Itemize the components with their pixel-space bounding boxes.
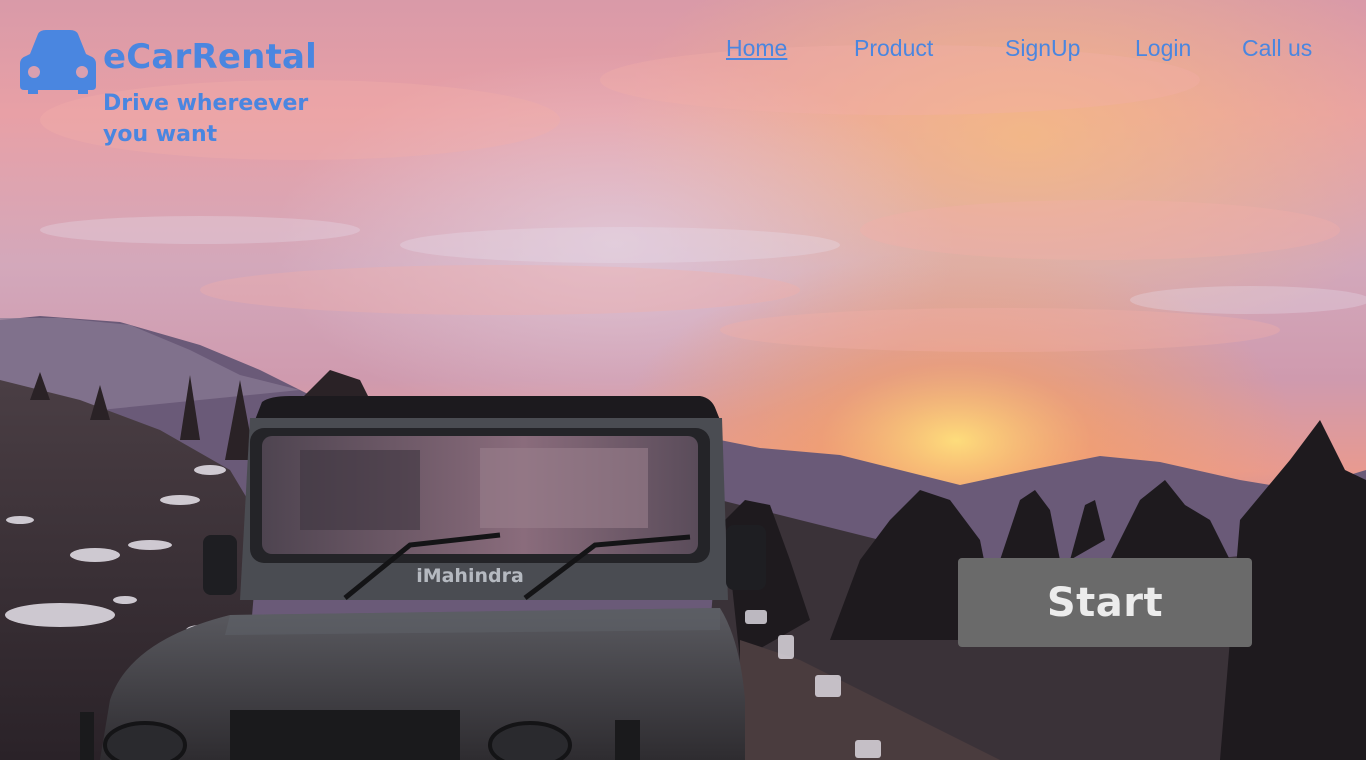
site-header: eCarRental Drive whereever you want Home… bbox=[0, 0, 1366, 147]
nav-login-link[interactable]: Login bbox=[1135, 35, 1191, 62]
nav-signup-link[interactable]: SignUp bbox=[1005, 35, 1080, 62]
start-button[interactable]: Start bbox=[958, 558, 1252, 647]
svg-text:iMahindra: iMahindra bbox=[416, 565, 524, 587]
brand-tagline: Drive whereever you want bbox=[103, 91, 309, 147]
nav-call-us-link[interactable]: Call us bbox=[1242, 35, 1312, 62]
nav-home-link[interactable]: Home bbox=[726, 35, 787, 62]
main-nav: Home Product SignUp Login Call us bbox=[0, 35, 1366, 65]
nav-product-link[interactable]: Product bbox=[854, 35, 933, 62]
